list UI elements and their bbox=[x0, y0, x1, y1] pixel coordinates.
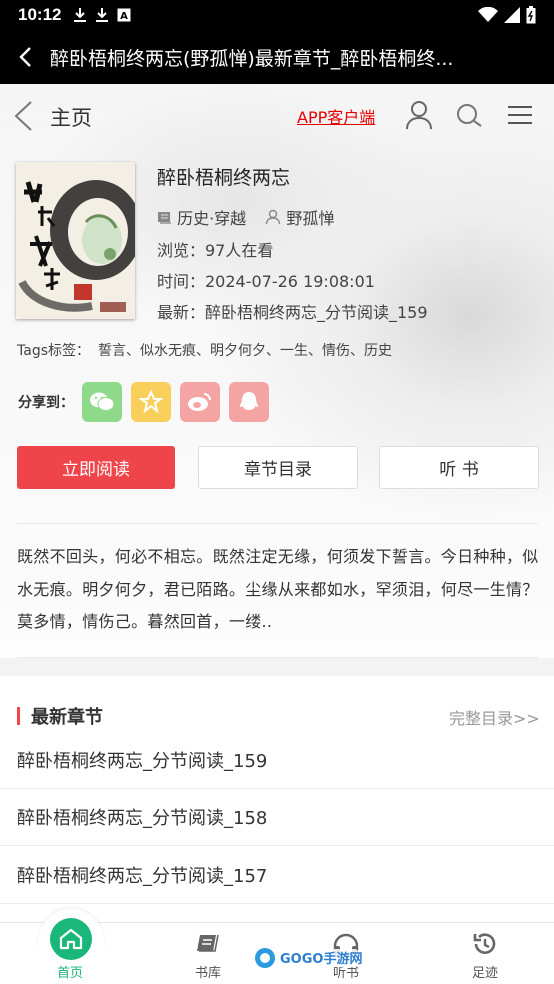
book-description: 既然不回头，何必不相忘。既然注定无缘，何须发下誓言。今日种种，似水无痕。明夕何夕… bbox=[17, 547, 539, 631]
tab-history-label: 足迹 bbox=[471, 966, 498, 981]
tags-label: Tags标签： bbox=[17, 343, 90, 359]
share-wechat-button[interactable] bbox=[82, 382, 122, 422]
tags-list[interactable]: 誓言、似水无痕、明夕何夕、一生、情伤、历史 bbox=[98, 343, 392, 359]
tags-row: Tags标签： 誓言、似水无痕、明夕何夕、一生、情伤、历史 bbox=[17, 340, 392, 360]
tab-home-label: 首页 bbox=[56, 966, 83, 981]
share-qzone-button[interactable] bbox=[131, 382, 171, 422]
bottom-nav: 首页 书库 听书 足迹 GOGO手游网 bbox=[0, 909, 554, 984]
share-weibo-button[interactable] bbox=[180, 382, 220, 422]
app-bar: 醉卧梧桐终两忘(野孤惮)最新章节_醉卧梧桐终... bbox=[0, 30, 554, 84]
wifi-icon bbox=[478, 7, 498, 22]
book-update-time: 时间：2024-07-26 19:08:01 bbox=[157, 272, 375, 291]
qq-icon bbox=[240, 392, 258, 410]
author-icon bbox=[266, 209, 281, 225]
chapter-item[interactable]: 醉卧梧桐终两忘_分节阅读_158 bbox=[0, 789, 554, 846]
share-label: 分享到： bbox=[18, 395, 74, 411]
home-icon-circle bbox=[50, 918, 92, 960]
menu-icon[interactable] bbox=[506, 104, 534, 126]
book-latest-chapter[interactable]: 最新：醉卧梧桐终两忘_分节阅读_159 bbox=[157, 299, 428, 323]
category-author-line: 历史·穿越 野孤惮 bbox=[157, 205, 334, 229]
book-title[interactable]: 醉卧梧桐终两忘 bbox=[157, 163, 290, 190]
download-icon bbox=[74, 8, 87, 22]
chapter-item[interactable]: 醉卧梧桐终两忘_分节阅读_159 bbox=[0, 732, 554, 789]
latest-chapters-section: 最新章节 完整目录>> 醉卧梧桐终两忘_分节阅读_159 醉卧梧桐终两忘_分节阅… bbox=[0, 676, 554, 922]
status-time: 10:12 bbox=[18, 5, 62, 24]
latest-chapters-header: 最新章节 bbox=[17, 703, 103, 729]
book-cover-art bbox=[16, 162, 135, 319]
home-icon bbox=[59, 928, 83, 950]
book-views: 浏览：97人在看 bbox=[157, 241, 274, 260]
tab-library[interactable]: 书库 bbox=[168, 923, 248, 984]
battery-icon bbox=[526, 6, 536, 24]
back-button[interactable] bbox=[0, 30, 50, 84]
download-icon bbox=[96, 8, 109, 22]
book-author[interactable]: 野孤惮 bbox=[286, 209, 334, 228]
user-icon[interactable] bbox=[405, 100, 433, 130]
chapter-list-button[interactable]: 章节目录 bbox=[198, 446, 358, 489]
full-toc-link[interactable]: 完整目录>> bbox=[449, 705, 540, 729]
app-client-link[interactable]: APP客户端 bbox=[297, 104, 375, 128]
book-icon bbox=[158, 212, 171, 224]
search-icon[interactable] bbox=[455, 102, 483, 130]
app-title: 醉卧梧桐终两忘(野孤惮)最新章节_醉卧梧桐终... bbox=[50, 47, 454, 70]
chapter-item[interactable]: 醉卧梧桐终两忘_分节阅读_157 bbox=[0, 847, 554, 904]
share-row: 分享到： bbox=[18, 382, 278, 422]
latest-chapters-title: 最新章节 bbox=[31, 707, 103, 728]
history-icon bbox=[473, 933, 496, 954]
watermark-logo: GOGO手游网 bbox=[255, 948, 362, 968]
back-arrow-icon bbox=[19, 47, 31, 67]
share-qq-button[interactable] bbox=[229, 382, 269, 422]
section-gap bbox=[0, 658, 554, 676]
read-now-button[interactable]: 立即阅读 bbox=[17, 446, 175, 489]
divider bbox=[17, 523, 538, 524]
weibo-icon bbox=[188, 393, 211, 411]
nav-home-link[interactable]: 主页 bbox=[50, 102, 92, 132]
svg-text:GOGO手游网: GOGO手游网 bbox=[280, 951, 362, 967]
signal-icon bbox=[504, 7, 520, 23]
section-accent-bar bbox=[17, 707, 20, 725]
page-content: 主页 APP客户端 醉卧梧桐终两忘 历史·穿越 野孤惮 浏览：97人在看 时间：… bbox=[0, 84, 554, 922]
book-cover[interactable] bbox=[16, 162, 135, 319]
status-bar: 10:12 A bbox=[0, 0, 554, 30]
book-category[interactable]: 历史·穿越 bbox=[177, 209, 246, 228]
tab-history[interactable]: 足迹 bbox=[445, 923, 525, 984]
library-book-icon bbox=[197, 934, 219, 952]
nav-back-icon[interactable] bbox=[12, 100, 36, 132]
wechat-icon bbox=[90, 392, 115, 411]
tab-home[interactable]: 首页 bbox=[30, 918, 110, 984]
tab-library-label: 书库 bbox=[194, 966, 221, 981]
svg-text:A: A bbox=[121, 11, 129, 22]
a-icon: A bbox=[117, 8, 131, 22]
listen-button[interactable]: 听 书 bbox=[379, 446, 539, 489]
qzone-icon bbox=[139, 390, 163, 414]
